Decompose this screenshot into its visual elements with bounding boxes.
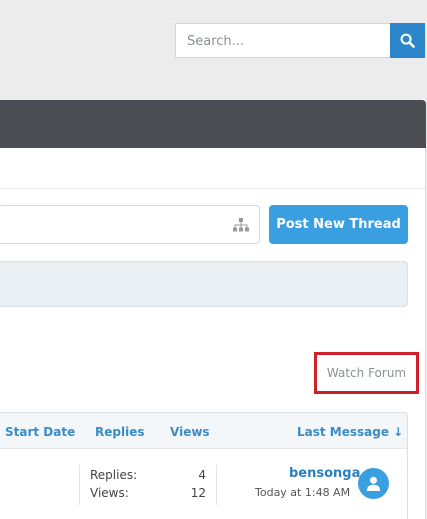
column-replies[interactable]: Replies xyxy=(95,425,144,439)
avatar[interactable] xyxy=(358,468,389,499)
last-poster-link[interactable]: bensonga xyxy=(289,466,360,481)
watch-forum-link[interactable]: Watch Forum xyxy=(314,352,419,394)
navigation-bar xyxy=(0,100,426,148)
sitemap-icon xyxy=(233,218,249,232)
divider xyxy=(0,188,426,189)
thread-list-header: Start Date Replies Views Last Message ↓ xyxy=(0,413,407,449)
search-icon xyxy=(400,33,415,48)
replies-label: Replies: xyxy=(90,468,138,482)
post-new-thread-button[interactable]: Post New Thread xyxy=(269,205,408,244)
table-row: Replies: 4 Views: 12 bensonga Today at 1… xyxy=(0,450,407,518)
replies-count: 4 xyxy=(198,468,206,482)
last-message-time[interactable]: Today at 1:48 AM xyxy=(255,486,350,499)
forum-panel: Post New Thread Watch Forum Start Date R… xyxy=(0,148,426,519)
notice-bar xyxy=(0,261,408,307)
search-input[interactable]: Search... xyxy=(175,23,390,58)
views-count: 12 xyxy=(190,486,206,500)
search-button[interactable] xyxy=(390,23,425,58)
thread-list: Start Date Replies Views Last Message ↓ … xyxy=(0,412,408,519)
column-views[interactable]: Views xyxy=(170,425,210,439)
column-start-date[interactable]: Start Date xyxy=(5,425,75,439)
quick-filter-input[interactable] xyxy=(0,205,260,244)
column-last-message[interactable]: Last Message ↓ xyxy=(297,425,403,439)
views-label: Views: xyxy=(90,486,129,500)
thread-stats: Replies: 4 Views: 12 xyxy=(79,465,217,505)
user-icon xyxy=(366,476,381,491)
